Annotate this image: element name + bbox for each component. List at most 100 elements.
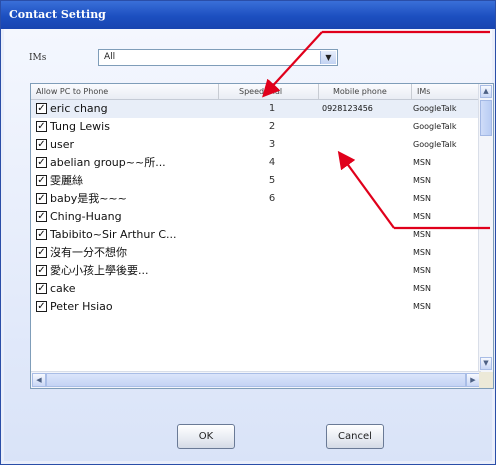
mobile-phone-value bbox=[322, 136, 412, 154]
speed-dial-value: 1 bbox=[268, 103, 276, 114]
mobile-phone-value bbox=[322, 190, 412, 208]
title-bar[interactable]: Contact Setting bbox=[1, 1, 495, 29]
ims-value: MSN bbox=[413, 248, 431, 257]
column-header-mobile[interactable]: Mobile phone bbox=[319, 84, 412, 99]
list-header: Allow PC to Phone Speed Dial Mobile phon… bbox=[31, 84, 481, 100]
contact-list[interactable]: Allow PC to Phone Speed Dial Mobile phon… bbox=[30, 83, 494, 389]
list-item[interactable]: ✓ baby是我~~~ 6 MSN bbox=[31, 190, 479, 208]
ok-button[interactable]: OK bbox=[177, 424, 235, 449]
contact-setting-window: Contact Setting IMs All ▼ Allow PC to Ph… bbox=[0, 0, 496, 465]
contact-name: abelian group~~所... bbox=[50, 156, 166, 169]
column-header-speed-dial[interactable]: Speed Dial bbox=[219, 84, 319, 99]
allow-checkbox[interactable]: ✓ bbox=[36, 121, 47, 132]
ims-value: GoogleTalk bbox=[413, 122, 457, 131]
mobile-phone-value bbox=[322, 262, 412, 280]
contact-name: cake bbox=[50, 282, 76, 295]
mobile-phone-value bbox=[322, 208, 412, 226]
contact-name: eric chang bbox=[50, 102, 108, 115]
allow-checkbox[interactable]: ✓ bbox=[36, 247, 47, 258]
chevron-left-icon[interactable]: ◀ bbox=[32, 373, 46, 387]
speed-dial-value bbox=[257, 298, 287, 316]
mobile-phone-value bbox=[322, 244, 412, 262]
checkmark-icon: ✓ bbox=[37, 139, 46, 150]
vertical-scrollbar[interactable]: ▲ ▼ bbox=[478, 84, 493, 372]
window-title: Contact Setting bbox=[9, 8, 106, 21]
contact-name: 愛心小孩上學後要... bbox=[50, 264, 149, 277]
checkmark-icon: ✓ bbox=[37, 265, 46, 276]
ims-value: GoogleTalk bbox=[413, 104, 457, 113]
allow-checkbox[interactable]: ✓ bbox=[36, 211, 47, 222]
list-item[interactable]: ✓ Tung Lewis 2 GoogleTalk bbox=[31, 118, 479, 136]
column-header-ims[interactable]: IMs bbox=[412, 84, 481, 99]
allow-checkbox[interactable]: ✓ bbox=[36, 157, 47, 168]
list-item[interactable]: ✓ user 3 GoogleTalk bbox=[31, 136, 479, 154]
cancel-button[interactable]: Cancel bbox=[326, 424, 384, 449]
checkmark-icon: ✓ bbox=[37, 211, 46, 222]
mobile-phone-value bbox=[322, 154, 412, 172]
ims-filter-select[interactable]: All ▼ bbox=[98, 49, 338, 66]
ims-filter-value: All bbox=[104, 52, 116, 62]
speed-dial-value: 4 bbox=[268, 157, 276, 168]
ims-value: MSN bbox=[413, 176, 431, 185]
contact-name: user bbox=[50, 138, 74, 151]
chevron-right-icon[interactable]: ▶ bbox=[466, 373, 480, 387]
list-item[interactable]: ✓ 愛心小孩上學後要... MSN bbox=[31, 262, 479, 280]
checkmark-icon: ✓ bbox=[37, 301, 46, 312]
ims-value: MSN bbox=[413, 284, 431, 293]
checkmark-icon: ✓ bbox=[37, 175, 46, 186]
column-header-allow[interactable]: Allow PC to Phone bbox=[31, 84, 219, 99]
allow-checkbox[interactable]: ✓ bbox=[36, 193, 47, 204]
chevron-down-icon[interactable]: ▼ bbox=[320, 51, 336, 64]
contact-name: 沒有一分不想你 bbox=[50, 246, 127, 259]
allow-checkbox[interactable]: ✓ bbox=[36, 139, 47, 150]
ims-value: MSN bbox=[413, 302, 431, 311]
ims-value: GoogleTalk bbox=[413, 140, 457, 149]
speed-dial-value bbox=[257, 244, 287, 262]
horizontal-scrollbar[interactable]: ◀ ▶ bbox=[31, 371, 481, 388]
allow-checkbox[interactable]: ✓ bbox=[36, 301, 47, 312]
scrollbar-thumb[interactable] bbox=[46, 373, 466, 387]
checkmark-icon: ✓ bbox=[37, 283, 46, 294]
ims-value: MSN bbox=[413, 212, 431, 221]
speed-dial-value: 2 bbox=[268, 121, 276, 132]
list-item[interactable]: ✓ 沒有一分不想你 MSN bbox=[31, 244, 479, 262]
scrollbar-corner bbox=[479, 372, 493, 388]
checkmark-icon: ✓ bbox=[37, 193, 46, 204]
speed-dial-value: 6 bbox=[268, 193, 276, 204]
list-item[interactable]: ✓ Tabibito~Sir Arthur C... MSN bbox=[31, 226, 479, 244]
speed-dial-value bbox=[257, 262, 287, 280]
contact-name: baby是我~~~ bbox=[50, 192, 127, 205]
allow-checkbox[interactable]: ✓ bbox=[36, 283, 47, 294]
list-item[interactable]: ✓ cake MSN bbox=[31, 280, 479, 298]
checkmark-icon: ✓ bbox=[37, 121, 46, 132]
list-item[interactable]: ✓ Ching-Huang MSN bbox=[31, 208, 479, 226]
list-item[interactable]: ✓ eric chang 1 0928123456 GoogleTalk bbox=[31, 100, 479, 118]
ims-filter-label: IMs bbox=[29, 53, 47, 63]
checkmark-icon: ✓ bbox=[37, 247, 46, 258]
checkmark-icon: ✓ bbox=[37, 157, 46, 168]
speed-dial-value: 5 bbox=[268, 175, 276, 186]
speed-dial-value bbox=[257, 208, 287, 226]
contact-name: Ching-Huang bbox=[50, 210, 122, 223]
mobile-phone-value bbox=[322, 172, 412, 190]
mobile-phone-value bbox=[322, 226, 412, 244]
chevron-down-icon[interactable]: ▼ bbox=[480, 357, 492, 370]
list-item[interactable]: ✓ 雯麗絲 5 MSN bbox=[31, 172, 479, 190]
ims-value: MSN bbox=[413, 266, 431, 275]
ims-value: MSN bbox=[413, 194, 431, 203]
speed-dial-value bbox=[257, 280, 287, 298]
ims-value: MSN bbox=[413, 158, 431, 167]
list-item[interactable]: ✓ abelian group~~所... 4 MSN bbox=[31, 154, 479, 172]
scrollbar-thumb[interactable] bbox=[480, 100, 492, 136]
allow-checkbox[interactable]: ✓ bbox=[36, 229, 47, 240]
contact-name: Tabibito~Sir Arthur C... bbox=[50, 228, 177, 241]
mobile-phone-value bbox=[322, 280, 412, 298]
chevron-up-icon[interactable]: ▲ bbox=[480, 85, 492, 98]
allow-checkbox[interactable]: ✓ bbox=[36, 175, 47, 186]
speed-dial-value: 3 bbox=[268, 139, 276, 150]
allow-checkbox[interactable]: ✓ bbox=[36, 103, 47, 114]
list-item[interactable]: ✓ Peter Hsiao MSN bbox=[31, 298, 479, 316]
speed-dial-value bbox=[257, 226, 287, 244]
checkmark-icon: ✓ bbox=[37, 103, 46, 114]
allow-checkbox[interactable]: ✓ bbox=[36, 265, 47, 276]
